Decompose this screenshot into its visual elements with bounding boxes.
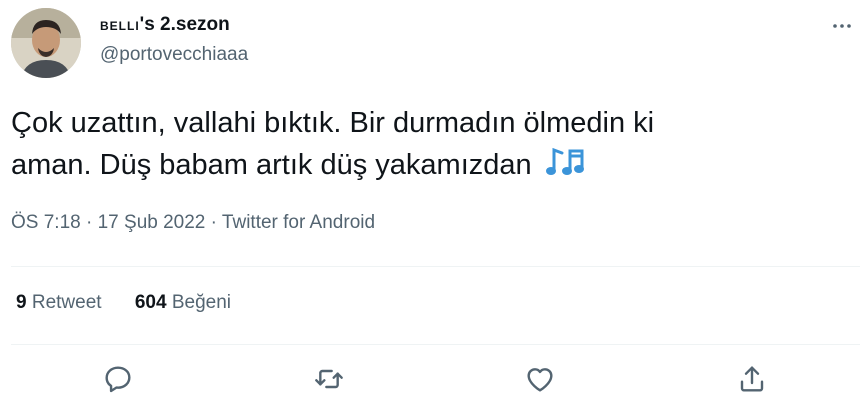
tweet-meta: ÖS 7:18 · 17 Şub 2022 · Twitter for Andr… [11, 212, 375, 234]
reply-icon [105, 366, 131, 393]
tweet-source[interactable]: Twitter for Android [222, 212, 375, 233]
tweet-text-line-2-text: aman. Düş babam artık düş yakamızdan [11, 149, 532, 181]
retweet-icon [315, 369, 343, 389]
like-label: Beğeni [171, 292, 231, 313]
tweet-text: Çok uzattın, vallahi bıktık. Bir durmadı… [11, 103, 791, 186]
display-name-prefix: belli [100, 15, 140, 34]
meta-separator: · [80, 212, 98, 233]
meta-separator: · [205, 212, 222, 233]
tweet-stats: 9 Retweet 604 Beğeni [16, 292, 259, 314]
avatar-image [11, 8, 81, 78]
avatar[interactable] [11, 8, 81, 78]
retweet-stat[interactable]: 9 Retweet [16, 292, 102, 313]
more-options-button[interactable] [830, 14, 854, 38]
like-count: 604 [134, 292, 167, 313]
share-icon [740, 366, 764, 392]
tweet-text-line-1: Çok uzattın, vallahi bıktık. Bir durmadı… [11, 107, 655, 139]
retweet-label: Retweet [31, 292, 102, 313]
user-handle[interactable]: @portovecchiaaa [100, 44, 248, 66]
musical-notes-icon [545, 147, 584, 175]
tweet-time[interactable]: ÖS 7:18 [11, 212, 81, 233]
reply-button[interactable] [102, 363, 134, 395]
tweet-date[interactable]: 17 Şub 2022 [98, 212, 206, 233]
tweet-text-line-2: aman. Düş babam artık düş yakamızdan [11, 144, 791, 186]
more-icon [833, 24, 851, 28]
share-button[interactable] [736, 363, 768, 395]
like-stat[interactable]: 604 Beğeni [135, 292, 231, 313]
retweet-button[interactable] [313, 363, 345, 395]
display-name[interactable]: belli's 2.sezon [100, 14, 230, 36]
like-button[interactable] [524, 363, 556, 395]
like-icon [527, 368, 553, 392]
divider [11, 344, 860, 345]
display-name-suffix: 's 2.sezon [139, 14, 230, 35]
divider [11, 266, 860, 267]
retweet-count: 9 [16, 292, 27, 313]
